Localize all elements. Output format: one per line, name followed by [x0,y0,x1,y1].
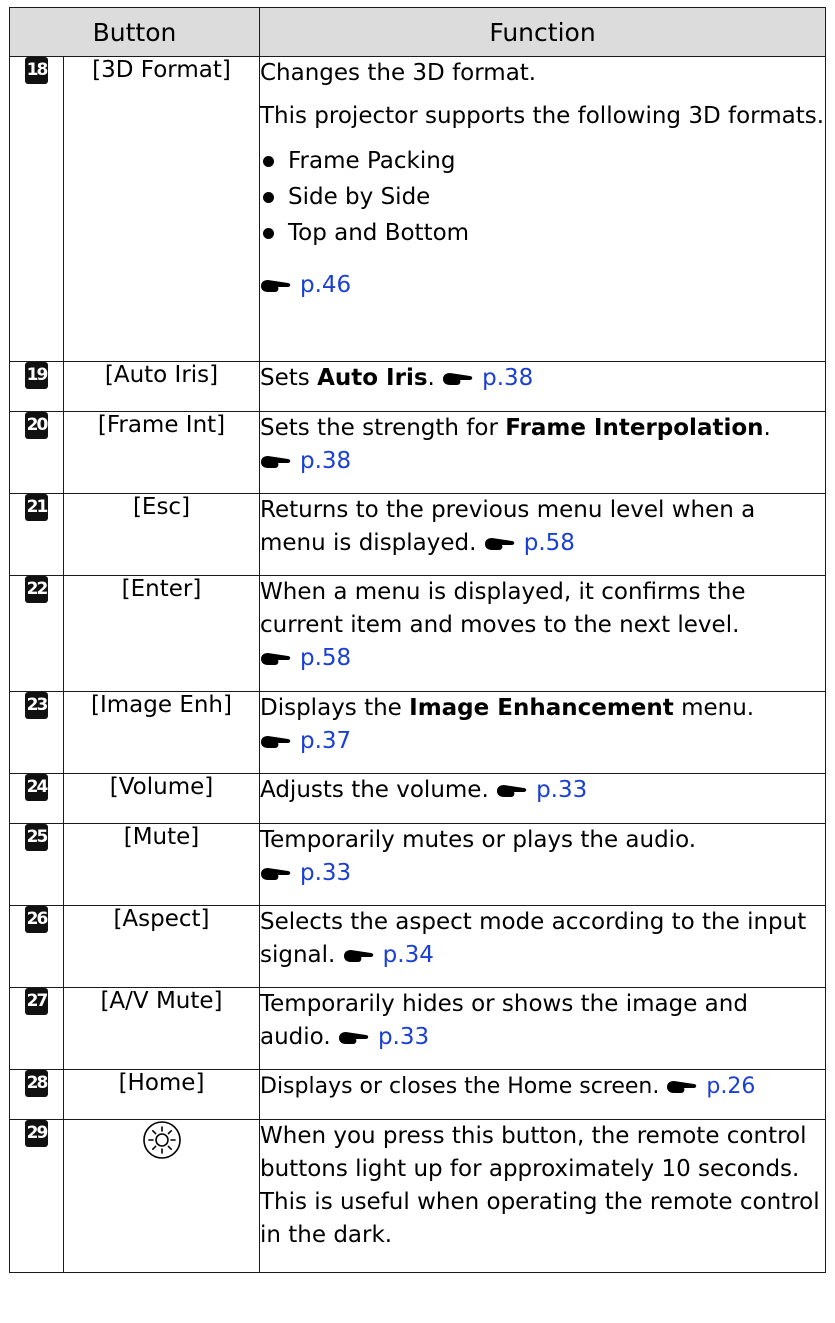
header-button: Button [9,7,260,57]
function-cell: Adjusts the volume. p.33 [259,773,826,824]
table-row: 27 [A/V Mute] Temporarily hides or shows… [9,987,826,1070]
button-function-table: Button Function 18 [3D Format] Changes t… [9,7,826,1273]
list-item: Frame Packing [260,143,825,179]
page-reference[interactable]: p.38 [260,448,351,474]
number-badge: 21 [25,494,48,521]
function-text: Changes the 3D format. [260,60,537,86]
light-button-icon [142,1121,181,1159]
page-link[interactable]: p.34 [383,942,434,968]
function-cell: Returns to the previous menu level when … [259,493,826,576]
page-reference[interactable]: p.38 [442,365,533,391]
table-row: 29 When you press this button, the remot… [9,1119,826,1273]
bullet-icon [263,156,274,167]
button-name: [Frame Int] [63,411,260,494]
format-list: Frame Packing Side by Side Top and Botto… [260,143,825,251]
header-function: Function [259,7,826,57]
pointing-hand-icon [484,536,516,552]
page-link[interactable]: p.37 [300,728,351,754]
number-badge: 18 [25,57,48,84]
page-reference[interactable]: p.58 [484,530,575,556]
button-name: [3D Format] [63,56,260,362]
table-row: 23 [Image Enh] Displays the Image Enhanc… [9,691,826,774]
page-reference[interactable]: p.33 [338,1024,429,1050]
function-cell: Sets Auto Iris. p.38 [259,361,826,412]
function-cell: When you press this button, the remote c… [259,1119,826,1273]
page-link[interactable]: p.33 [378,1024,429,1050]
table-header-row: Button Function [9,7,826,57]
button-name: [Esc] [63,493,260,576]
number-badge: 28 [25,1070,48,1097]
number-badge: 29 [25,1120,48,1147]
function-cell: Displays or closes the Home screen. p.26 [259,1069,826,1120]
table-row: 28 [Home] Displays or closes the Home sc… [9,1069,826,1120]
function-cell: Temporarily hides or shows the image and… [259,987,826,1070]
number-badge: 20 [25,412,48,439]
function-cell: Temporarily mutes or plays the audio. p.… [259,823,826,906]
page-link[interactable]: p.58 [300,645,351,671]
pointing-hand-icon [260,734,292,750]
button-name: [A/V Mute] [63,987,260,1070]
number-badge: 24 [25,774,48,801]
table-row: 20 [Frame Int] Sets the strength for Fra… [9,411,826,494]
pointing-hand-icon [260,651,292,667]
button-name: [Auto Iris] [63,361,260,412]
page-link[interactable]: p.33 [300,860,351,886]
pointing-hand-icon [338,1030,370,1046]
pointing-hand-icon [343,948,375,964]
page-link[interactable]: p.38 [482,365,533,391]
function-text: This projector supports the following 3D… [260,103,825,129]
function-cell: Selects the aspect mode according to the… [259,905,826,988]
pointing-hand-icon [260,866,292,882]
pointing-hand-icon [442,371,474,387]
pointing-hand-icon [260,454,292,470]
table-row: 18 [3D Format] Changes the 3D format. Th… [9,56,826,362]
page-reference[interactable]: p.46 [260,269,825,302]
table-row: 21 [Esc] Returns to the previous menu le… [9,493,826,576]
button-name: [Home] [63,1069,260,1120]
page-reference[interactable]: p.34 [343,942,434,968]
function-cell: When a menu is displayed, it confirms th… [259,575,826,692]
number-badge: 22 [25,576,48,603]
list-item: Side by Side [260,179,825,215]
page-reference[interactable]: p.37 [260,728,351,754]
table-row: 24 [Volume] Adjusts the volume. p.33 [9,773,826,824]
table-row: 19 [Auto Iris] Sets Auto Iris. p.38 [9,361,826,412]
page-link[interactable]: p.33 [536,777,587,803]
pointing-hand-icon [496,783,528,799]
button-name: [Enter] [63,575,260,692]
function-cell: Changes the 3D format. This projector su… [259,56,826,362]
button-name: [Mute] [63,823,260,906]
page-reference[interactable]: p.58 [260,645,351,671]
function-cell: Sets the strength for Frame Interpolatio… [259,411,826,494]
list-item: Top and Bottom [260,215,825,251]
bullet-icon [263,228,274,239]
function-cell: Displays the Image Enhancement menu. p.3… [259,691,826,774]
table-row: 22 [Enter] When a menu is displayed, it … [9,575,826,692]
page-reference[interactable]: p.26 [666,1074,755,1099]
button-name: [Image Enh] [63,691,260,774]
bullet-icon [263,192,274,203]
page-link[interactable]: p.58 [524,530,575,556]
number-badge: 23 [25,692,48,719]
number-badge: 19 [25,362,48,389]
number-badge: 27 [25,988,48,1015]
page-link[interactable]: p.46 [300,272,351,298]
page-reference[interactable]: p.33 [496,777,587,803]
number-badge: 26 [25,906,48,933]
number-badge: 25 [25,824,48,851]
table-row: 25 [Mute] Temporarily mutes or plays the… [9,823,826,906]
page-link[interactable]: p.26 [706,1074,755,1099]
table-row: 26 [Aspect] Selects the aspect mode acco… [9,905,826,988]
button-name: [Aspect] [63,905,260,988]
button-name: [Volume] [63,773,260,824]
pointing-hand-icon [666,1079,698,1095]
pointing-hand-icon [260,278,292,294]
page-link[interactable]: p.38 [300,448,351,474]
page-reference[interactable]: p.33 [260,860,351,886]
